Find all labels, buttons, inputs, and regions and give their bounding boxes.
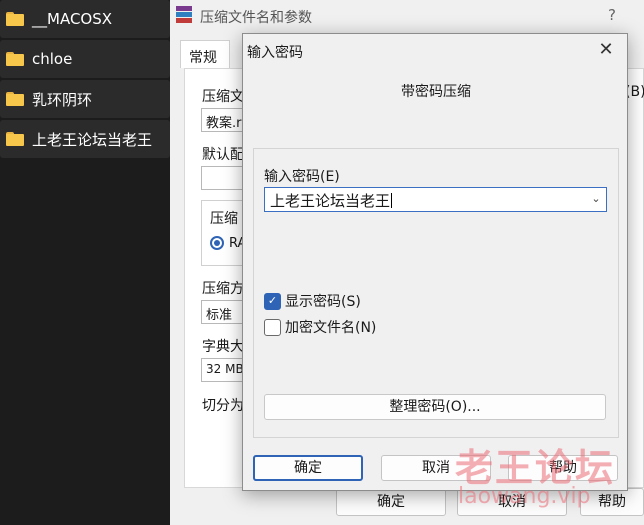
show-password-option[interactable]: ✓ 显示密码(S) (264, 291, 361, 311)
folder-label: __MACOSX (32, 10, 113, 28)
chevron-down-icon[interactable]: ⌄ (587, 189, 605, 209)
password-input-value: 上老王论坛当老王 (270, 192, 391, 210)
archive-name-label: 压缩文 (202, 89, 244, 105)
show-password-checkbox[interactable]: ✓ (264, 292, 281, 310)
archive-dialog-title: 压缩文件名和参数 (200, 10, 312, 26)
password-input[interactable]: 上老王论坛当老王 (264, 187, 607, 212)
folder-item-macosx[interactable]: __MACOSX (0, 0, 170, 38)
encrypt-filenames-option[interactable]: 加密文件名(N) (264, 317, 376, 337)
text-caret (391, 193, 393, 208)
folder-label: 乳环阴环 (32, 90, 93, 109)
folder-icon (6, 52, 24, 66)
folder-icon (6, 92, 24, 106)
split-volumes-label: 切分为 (202, 398, 244, 414)
enter-password-label: 输入密码(E) (264, 169, 340, 185)
close-icon[interactable]: ✕ (595, 39, 617, 61)
archive-dialog-titlebar: 压缩文件名和参数 ? (170, 0, 644, 32)
password-dialog: 输入密码 ✕ 带密码压缩 输入密码(E) 上老王论坛当老王 ⌄ ✓ 显示密码(S… (242, 33, 628, 491)
default-profile-label: 默认配 (202, 147, 244, 163)
encrypt-filenames-label: 加密文件名(N) (285, 320, 377, 336)
format-group-label: 压缩 (210, 211, 238, 227)
folder-item-4[interactable]: 上老王论坛当老王 (0, 120, 170, 158)
format-rar-radio[interactable] (210, 236, 224, 250)
password-heading: 带密码压缩 (401, 84, 471, 100)
show-password-label: 显示密码(S) (285, 294, 361, 310)
dictionary-size-label: 字典大 (202, 339, 244, 355)
folder-icon (6, 12, 24, 26)
folder-item-chloe[interactable]: chloe (0, 40, 170, 78)
winrar-logo-icon (176, 6, 192, 24)
folder-label: 上老王论坛当老王 (32, 130, 153, 149)
folder-label: chloe (32, 50, 73, 68)
folder-icon (6, 132, 24, 146)
help-icon[interactable]: ? (608, 6, 616, 24)
folder-item-3[interactable]: 乳环阴环 (0, 80, 170, 118)
file-explorer-pane: __MACOSX chloe 乳环阴环 上老王论坛当老王 (0, 0, 172, 525)
organize-passwords-button[interactable]: 整理密码(O)... (264, 394, 606, 420)
compression-method-label: 压缩方 (202, 281, 244, 297)
archive-ok-button[interactable]: 确定 (336, 488, 446, 516)
tab-general[interactable]: 常规 (180, 40, 230, 68)
watermark-url: laowang.vip (458, 484, 591, 509)
ok-button[interactable]: 确定 (253, 455, 363, 481)
password-dialog-title: 输入密码 (247, 45, 303, 61)
encrypt-filenames-checkbox[interactable] (264, 318, 281, 336)
